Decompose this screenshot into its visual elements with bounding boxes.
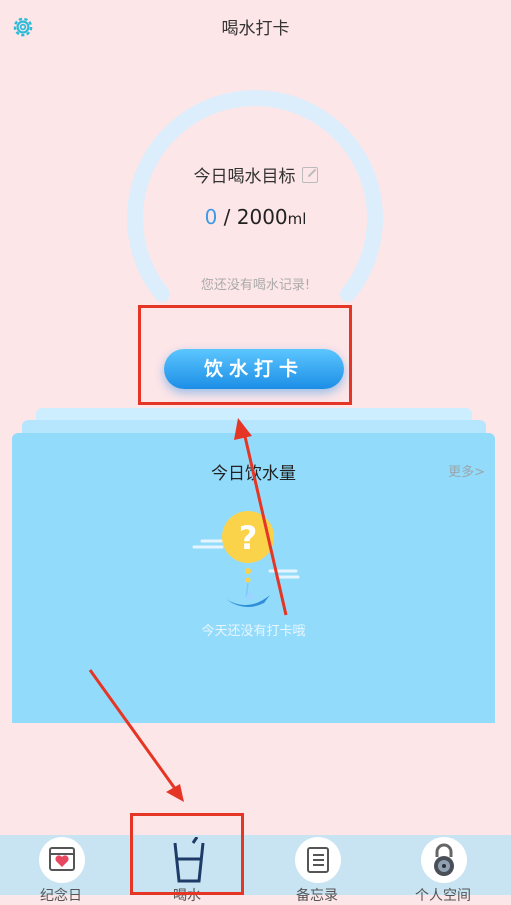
tab-label: 纪念日 xyxy=(40,888,82,904)
today-intake-title: 今日饮水量 xyxy=(211,464,296,484)
goal-label: 今日喝水目标 xyxy=(193,167,296,187)
amount-unit: ml xyxy=(287,210,307,228)
page-title: 喝水打卡 xyxy=(221,19,290,39)
current-amount: 0 xyxy=(204,205,218,229)
tab-memo[interactable]: 备忘录 xyxy=(272,835,362,904)
goal-progress-ring xyxy=(127,90,383,302)
tab-label: 个人空间 xyxy=(415,888,471,904)
more-link[interactable]: 更多> xyxy=(448,461,485,480)
calendar-heart-icon xyxy=(39,837,85,883)
header: 喝水打卡 xyxy=(0,0,511,54)
goal-row[interactable]: 今日喝水目标 xyxy=(0,162,511,187)
amount-separator: / xyxy=(217,205,237,229)
today-intake-card: 今日饮水量 更多> ? 今天还没有打卡哦 xyxy=(12,433,495,723)
empty-state-text: 今天还没有打卡哦 xyxy=(201,624,306,639)
target-amount: 2000 xyxy=(236,205,288,229)
memo-list-icon xyxy=(295,837,341,883)
svg-text:?: ? xyxy=(239,519,258,557)
edit-icon[interactable] xyxy=(301,167,318,183)
bottom-tab-bar: 纪念日 喝水 备忘录 个人空间 xyxy=(0,835,511,904)
water-amount: 0 / 2000ml xyxy=(0,205,511,229)
checkin-button[interactable]: 饮水打卡 xyxy=(164,349,344,389)
tab-label: 备忘录 xyxy=(296,888,338,904)
tab-anniversary[interactable]: 纪念日 xyxy=(16,835,106,904)
lock-icon xyxy=(421,837,467,883)
tab-personal-space[interactable]: 个人空间 xyxy=(398,835,488,904)
highlight-box-tab xyxy=(130,813,244,895)
question-balloon-icon: ? xyxy=(192,511,300,607)
no-record-text: 您还没有喝水记录! xyxy=(200,278,311,293)
